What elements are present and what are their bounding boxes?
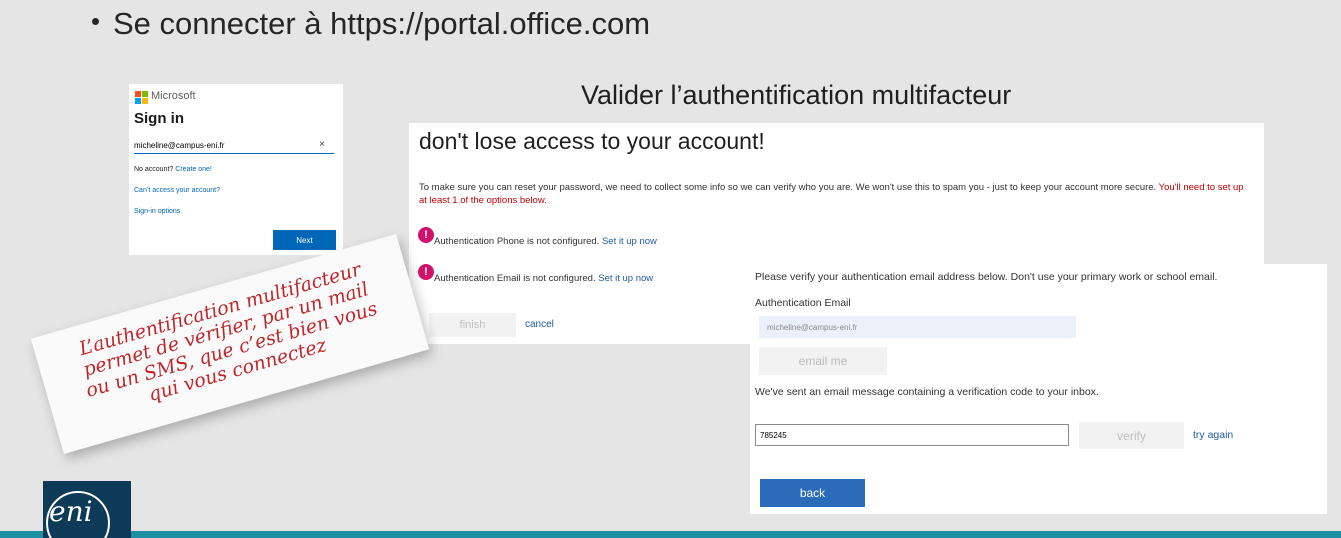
- verify-button[interactable]: verify: [1079, 422, 1184, 449]
- next-button[interactable]: Next: [273, 230, 336, 250]
- sticky-note: L’authentification multifacteur permet d…: [30, 233, 430, 455]
- clear-input-icon[interactable]: ×: [319, 139, 325, 150]
- cancel-link[interactable]: cancel: [525, 319, 554, 330]
- security-info-title: don't lose access to your account!: [419, 128, 765, 154]
- try-again-link[interactable]: try again: [1193, 429, 1233, 441]
- email-me-button[interactable]: email me: [759, 347, 887, 375]
- auth-email-input[interactable]: [759, 316, 1076, 338]
- email-status-text: Authentication Email is not configured.: [434, 273, 596, 284]
- back-button[interactable]: back: [760, 479, 865, 507]
- bullet-dot-icon: [92, 18, 99, 26]
- phone-status-text: Authentication Phone is not configured.: [434, 236, 600, 247]
- microsoft-logo-icon: [135, 91, 148, 104]
- signin-card: Microsoft Sign in × No account? Create o…: [129, 84, 343, 255]
- no-account-text: No account?: [134, 166, 174, 173]
- auth-email-label: Authentication Email: [755, 297, 851, 309]
- create-account-link[interactable]: Create one!: [175, 166, 212, 173]
- phone-status-row: Authentication Phone is not configured. …: [434, 236, 657, 247]
- logo-text: eni: [49, 495, 93, 528]
- eni-logo: eni: [43, 481, 131, 538]
- email-setup-link[interactable]: Set it up now: [598, 273, 653, 284]
- bottom-accent-bar: [0, 531, 1341, 538]
- phone-setup-link[interactable]: Set it up now: [602, 236, 657, 247]
- verify-instructions: Please verify your authentication email …: [755, 271, 1218, 283]
- signin-email-input[interactable]: [134, 137, 334, 154]
- verify-email-panel: Please verify your authentication email …: [750, 264, 1327, 514]
- signin-title: Sign in: [134, 110, 184, 127]
- signin-options-link[interactable]: Sign-in options: [134, 208, 180, 215]
- security-info-description-text: To make sure you can reset your password…: [419, 182, 1157, 193]
- email-status-row: Authentication Email is not configured. …: [434, 273, 653, 284]
- microsoft-brand-name: Microsoft: [151, 90, 196, 102]
- code-sent-message: We've sent an email message containing a…: [755, 386, 1099, 398]
- security-info-description: To make sure you can reset your password…: [419, 182, 1254, 207]
- cant-access-link[interactable]: Can’t access your account?: [134, 187, 220, 194]
- phone-warning-icon: !: [418, 227, 434, 243]
- finish-button[interactable]: finish: [429, 313, 516, 337]
- no-account-row: No account? Create one!: [134, 166, 212, 173]
- slide-bullet-text: Se connecter à https://portal.office.com: [113, 6, 651, 41]
- sticky-note-text: L’authentification multifacteur permet d…: [35, 247, 423, 432]
- slide-bullet: Se connecter à https://portal.office.com: [92, 6, 650, 42]
- verification-code-input[interactable]: [755, 424, 1069, 446]
- mfa-heading: Valider l’authentification multifacteur: [581, 80, 1012, 110]
- email-warning-icon: !: [418, 264, 434, 280]
